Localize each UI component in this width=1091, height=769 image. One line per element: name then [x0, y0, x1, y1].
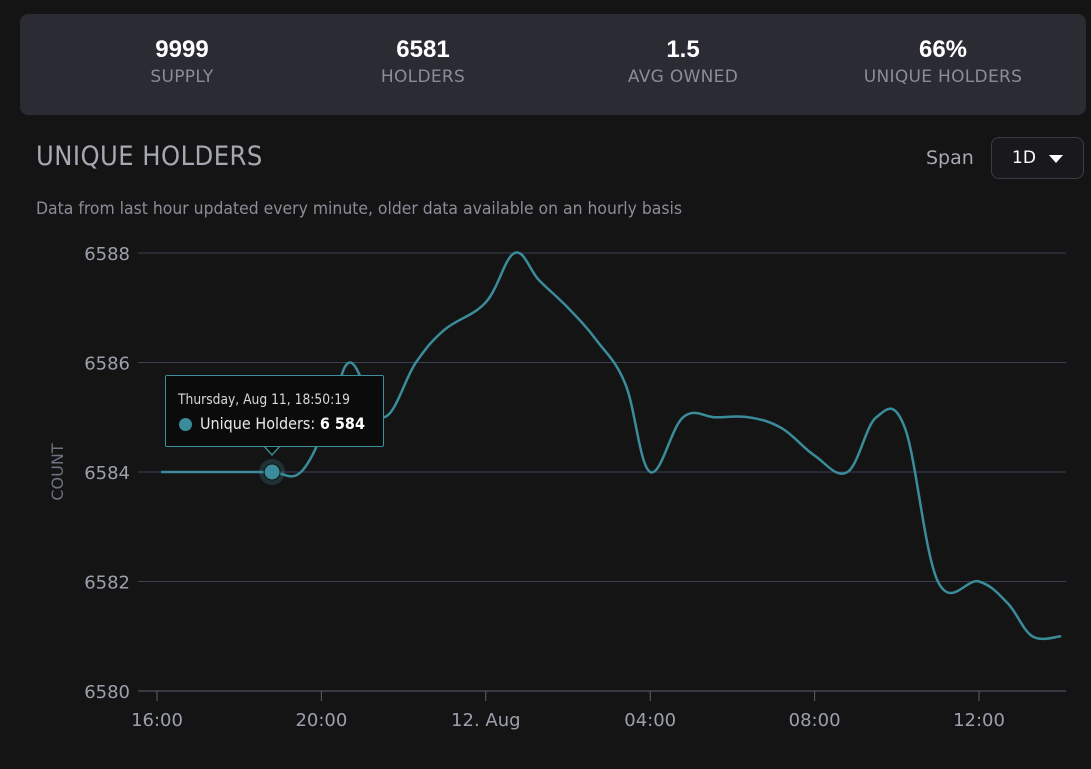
- x-tick-label: 16:00: [131, 710, 183, 731]
- tooltip-series-label: Unique Holders:: [200, 414, 316, 433]
- y-tick-label: 6580: [84, 682, 130, 703]
- y-axis: 6580 6582 6584 6586 6588: [84, 244, 130, 703]
- y-tick-label: 6586: [84, 354, 130, 375]
- tooltip-date: Thursday, Aug 11, 18:50:19: [178, 392, 350, 408]
- highlight-point[interactable]: [263, 463, 281, 481]
- tooltip-series-dot: [179, 418, 192, 431]
- tooltip-row: Unique Holders: 6 584: [200, 414, 365, 433]
- tooltip-value: 6 584: [319, 414, 365, 433]
- y-tick-label: 6582: [84, 573, 130, 594]
- x-axis: 16:00 20:00 12. Aug 04:00 08:00 12:00: [131, 691, 1005, 731]
- x-tick-label: 12:00: [953, 710, 1005, 731]
- y-tick-label: 6588: [84, 244, 130, 265]
- y-axis-label: COUNT: [48, 443, 67, 500]
- x-tick-label: 08:00: [789, 710, 841, 731]
- tooltip: Thursday, Aug 11, 18:50:19 Unique Holder…: [165, 375, 384, 447]
- y-tick-label: 6584: [84, 463, 130, 484]
- x-tick-label: 20:00: [295, 710, 347, 731]
- line-chart[interactable]: 16:00 20:00 12. Aug 04:00 08:00 12:00 6580658…: [0, 0, 1091, 769]
- x-tick-label: 12. Aug: [451, 710, 521, 731]
- x-tick-label: 04:00: [624, 710, 676, 731]
